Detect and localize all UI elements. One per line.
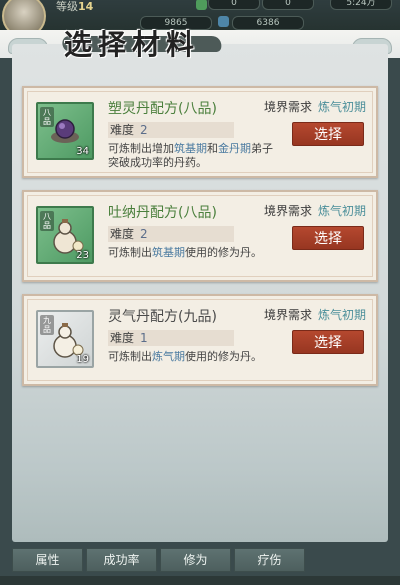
select-button[interactable]: 选择 [292,122,364,146]
difficulty-box: 难度 2 [108,122,234,138]
page-title: 选择材料 [64,28,201,61]
item-count: 19 [76,354,89,365]
realm-requirement: 境界需求 炼气初期 [264,100,367,114]
recipe-item-icon[interactable]: 八品 34 [36,102,94,160]
level-value: 14 [78,0,94,13]
recipe-card: 八品 23 吐纳丹配方(八品) 境界需求 炼气初期 难度 2 可炼制出筑基期使用的修… [22,190,378,282]
recipe-description: 可炼制出炼气期使用的修为丹。 [108,350,262,363]
tab-attributes[interactable]: 属性 [12,548,83,572]
grade-tag: 八品 [40,107,54,127]
bottom-strip [0,576,400,585]
tab-success-rate[interactable]: 成功率 [86,548,157,572]
difficulty-value: 1 [140,331,148,345]
select-button[interactable]: 选择 [292,330,364,354]
green-gem-icon [196,0,207,10]
level-prefix: 等级 [56,0,78,13]
recipe-card: 八品 34 塑灵丹配方(八品) 境界需求 炼气初期 难度 2 可炼制出增加筑基期和金… [22,86,378,178]
stat-pill-3: 5:24万 [330,0,392,10]
grade-tag: 九品 [40,315,54,335]
difficulty-value: 2 [140,227,148,241]
recipe-name: 塑灵丹配方(八品) [108,101,217,117]
tab-healing[interactable]: 疗伤 [234,548,305,572]
recipe-description: 可炼制出增加筑基期和金丹期弟子突破成功率的丹药。 [108,142,273,169]
difficulty-box: 难度 1 [108,330,234,346]
realm-requirement-value: 炼气初期 [318,100,367,114]
difficulty-value: 2 [140,123,148,137]
tab-cultivation[interactable]: 修为 [160,548,231,572]
select-button[interactable]: 选择 [292,226,364,250]
realm-requirement: 境界需求 炼气初期 [264,204,367,218]
recipe-name: 灵气丹配方(九品) [108,309,217,325]
grade-tag: 八品 [40,211,54,231]
recipe-item-icon[interactable]: 九品 19 [36,310,94,368]
recipe-item-icon[interactable]: 八品 23 [36,206,94,264]
level-label: 等级14 [56,0,93,14]
recipe-description: 可炼制出筑基期使用的修为丹。 [108,246,262,259]
realm-requirement-value: 炼气初期 [318,204,367,218]
stat-pill-2: 0 [262,0,314,10]
item-count: 23 [76,250,89,261]
bottom-tab-bar: 属性 成功率 修为 疗伤 [12,548,388,574]
item-count: 34 [76,146,89,157]
stat-pill-5: 6386 [232,16,304,30]
realm-requirement: 境界需求 炼气初期 [264,308,367,322]
recipe-card: 九品 19 灵气丹配方(九品) 境界需求 炼气初期 难度 1 可炼制出炼气期使用的修… [22,294,378,386]
title-banner: 选择材料 [44,20,234,64]
stat-pill-1: 0 [208,0,260,10]
difficulty-box: 难度 2 [108,226,234,242]
realm-requirement-value: 炼气初期 [318,308,367,322]
recipe-name: 吐纳丹配方(八品) [108,205,217,221]
